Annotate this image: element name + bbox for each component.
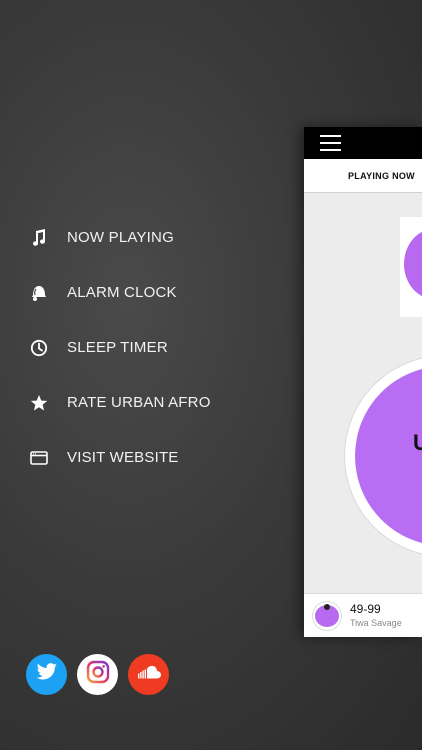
album-art-thumbnail: [400, 217, 422, 317]
menu-item-rate-urban-afro[interactable]: RATE URBAN AFRO: [0, 375, 300, 430]
menu-item-label: VISIT WEBSITE: [67, 449, 179, 466]
now-playing-title: 49-99: [350, 602, 381, 616]
station-logo-text: U: [413, 430, 422, 455]
mini-player-artwork: [312, 601, 342, 631]
station-logo-disc: U: [344, 355, 422, 557]
twitter-button[interactable]: [26, 654, 67, 695]
menu-item-visit-website[interactable]: VISIT WEBSITE: [0, 430, 300, 485]
soundcloud-button[interactable]: [128, 654, 169, 695]
instagram-button[interactable]: [77, 654, 118, 695]
clock-icon: [29, 338, 49, 358]
hamburger-menu-icon[interactable]: [320, 135, 341, 151]
instagram-icon: [86, 660, 110, 689]
tab-playing-now[interactable]: PLAYING NOW: [348, 171, 415, 181]
side-menu: NOW PLAYING ALARM CLOCK SLEEP TIMER RATE…: [0, 210, 300, 485]
twitter-bird-icon: [36, 663, 58, 686]
menu-item-now-playing[interactable]: NOW PLAYING: [0, 210, 300, 265]
alarm-bell-icon: [29, 283, 49, 303]
social-links: [26, 654, 169, 695]
menu-item-alarm-clock[interactable]: ALARM CLOCK: [0, 265, 300, 320]
menu-item-label: SLEEP TIMER: [67, 339, 168, 356]
star-icon: [29, 393, 49, 413]
menu-item-sleep-timer[interactable]: SLEEP TIMER: [0, 320, 300, 375]
menu-item-label: RATE URBAN AFRO: [67, 394, 211, 411]
tab-strip: PLAYING NOW: [304, 159, 422, 193]
browser-window-icon: [29, 448, 49, 468]
app-panel[interactable]: PLAYING NOW U 49-99 Tiwa Savage: [304, 127, 422, 637]
music-note-icon: [29, 228, 49, 248]
mini-player[interactable]: 49-99 Tiwa Savage: [304, 593, 422, 637]
soundcloud-icon: [136, 665, 162, 684]
app-top-bar: [304, 127, 422, 159]
menu-item-label: ALARM CLOCK: [67, 284, 177, 301]
menu-item-label: NOW PLAYING: [67, 229, 174, 246]
now-playing-artist: Tiwa Savage: [350, 618, 402, 628]
